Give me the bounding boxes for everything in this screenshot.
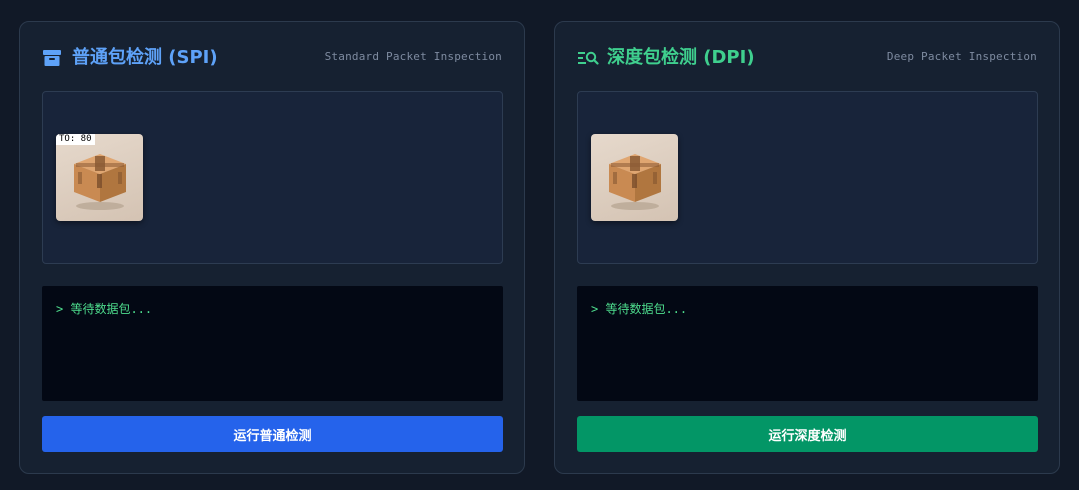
cardboard-box-icon (609, 154, 661, 210)
search-list-icon (577, 48, 599, 68)
run-spi-button[interactable]: 运行普通检测 (42, 416, 503, 452)
dpi-header: 深度包检测 (DPI) Deep Packet Inspection (577, 44, 1037, 72)
dpi-subtitle: Deep Packet Inspection (886, 50, 1037, 63)
spi-panel: 普通包检测 (SPI) Standard Packet Inspection T… (19, 21, 525, 474)
dpi-console: > 等待数据包... (577, 286, 1038, 401)
spi-console: > 等待数据包... (42, 286, 503, 401)
spi-console-line: > 等待数据包... (56, 302, 153, 316)
spi-subtitle: Standard Packet Inspection (324, 50, 502, 63)
run-dpi-button[interactable]: 运行深度检测 (577, 416, 1038, 452)
dpi-panel: 深度包检测 (DPI) Deep Packet Inspection > 等待数… (554, 21, 1060, 474)
spi-title: 普通包检测 (SPI) (72, 47, 218, 68)
packet-box: TO: 80 (56, 134, 143, 221)
dpi-console-line: > 等待数据包... (591, 302, 688, 316)
dpi-packet-stage (577, 91, 1038, 264)
archive-box-icon (42, 48, 64, 68)
spi-header: 普通包检测 (SPI) Standard Packet Inspection (42, 44, 502, 72)
cardboard-box-icon (74, 154, 126, 210)
spi-packet-stage: TO: 80 (42, 91, 503, 264)
dpi-title: 深度包检测 (DPI) (607, 47, 755, 68)
packet-port-tag: TO: 80 (56, 134, 95, 145)
packet-box (591, 134, 678, 221)
